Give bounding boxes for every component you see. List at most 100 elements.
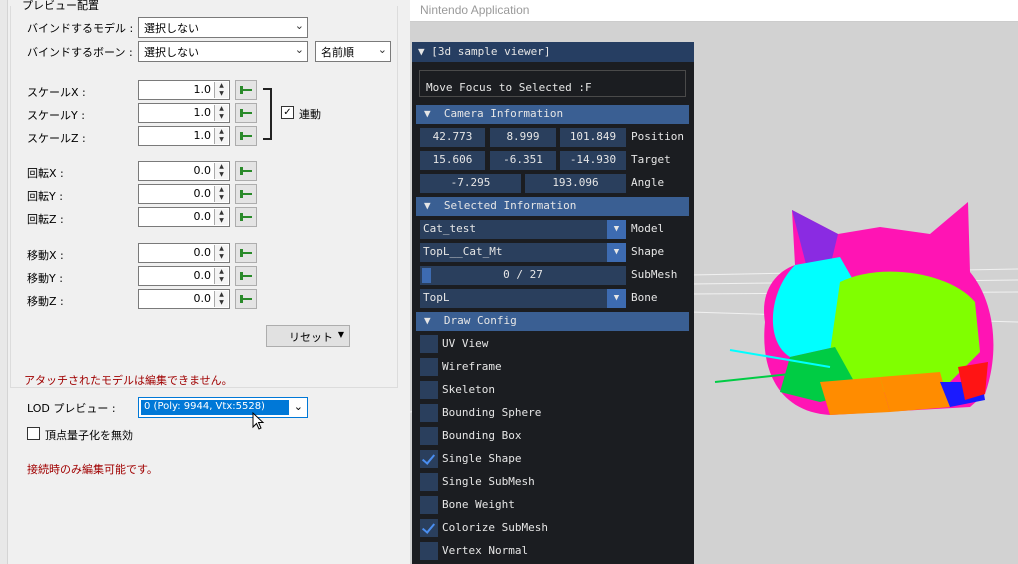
spin-up-icon[interactable]: ▲: [215, 82, 228, 90]
bounding-box-label: Bounding Box: [442, 429, 522, 442]
submesh-label: SubMesh: [631, 268, 678, 281]
translate-z-spinner[interactable]: 0.0 ▲ ▼: [138, 289, 230, 309]
lod-label: LOD プレビュー :: [27, 402, 116, 415]
link-label: 連動: [299, 108, 321, 121]
uv-view-checkbox[interactable]: [420, 335, 438, 353]
spin-down-icon[interactable]: ▼: [215, 276, 228, 284]
sample-viewer-window[interactable]: ▼ [3d sample viewer] Move Focus to Selec…: [412, 42, 694, 564]
bounding-box-checkbox[interactable]: [420, 427, 438, 445]
scale-link-bracket: [263, 88, 272, 140]
angle-x-field[interactable]: -7.295: [420, 174, 521, 193]
slider-icon: [240, 132, 252, 140]
reset-button[interactable]: リセット ▼: [266, 325, 350, 347]
spin-up-icon[interactable]: ▲: [215, 163, 228, 171]
translate-z-edit-button[interactable]: [235, 289, 257, 309]
quantize-checkbox[interactable]: [27, 427, 40, 440]
translate-x-spinner[interactable]: 0.0 ▲ ▼: [138, 243, 230, 263]
rotate-y-edit-button[interactable]: [235, 184, 257, 204]
position-y-field[interactable]: 8.999: [490, 128, 556, 147]
spin-up-icon[interactable]: ▲: [215, 105, 228, 113]
spin-up-icon[interactable]: ▲: [215, 268, 228, 276]
scale-x-spinner[interactable]: 1.0 ▲ ▼: [138, 80, 230, 100]
scale-y-label: スケールY :: [27, 109, 85, 122]
colorize-submesh-checkbox[interactable]: [420, 519, 438, 537]
viewer-title-bar[interactable]: ▼ [3d sample viewer]: [412, 42, 694, 62]
app-title-bar: Nintendo Application: [410, 0, 1018, 22]
slider-icon: [240, 190, 252, 198]
translate-x-edit-button[interactable]: [235, 243, 257, 263]
model-combo[interactable]: Cat_test ▼: [420, 220, 626, 239]
focus-hint-box: Move Focus to Selected :F: [419, 70, 686, 97]
caret-down-icon: ▼: [337, 330, 344, 339]
spin-up-icon[interactable]: ▲: [215, 128, 228, 136]
spin-down-icon[interactable]: ▼: [215, 299, 228, 307]
submesh-slider[interactable]: 0 / 27: [420, 266, 626, 285]
position-z-field[interactable]: 101.849: [560, 128, 626, 147]
spin-up-icon[interactable]: ▲: [215, 245, 228, 253]
slider-grab[interactable]: [422, 268, 431, 283]
vertex-normal-checkbox[interactable]: [420, 542, 438, 560]
spin-down-icon[interactable]: ▼: [215, 253, 228, 261]
spin-down-icon[interactable]: ▼: [215, 194, 228, 202]
translate-y-edit-button[interactable]: [235, 266, 257, 286]
sort-order-select[interactable]: 名前順 ⌄: [315, 41, 391, 62]
selected-info-header[interactable]: ▼ Selected Information: [416, 197, 689, 216]
spin-down-icon[interactable]: ▼: [215, 90, 228, 98]
preview-panel: プレビュー配置 バインドするモデル : 選択しない ⌄ バインドするボーン : 選…: [0, 0, 410, 564]
bounding-sphere-checkbox[interactable]: [420, 404, 438, 422]
slider-icon: [240, 272, 252, 280]
spin-down-icon[interactable]: ▼: [215, 113, 228, 121]
bone-label: Bone: [631, 291, 658, 304]
collapse-triangle-icon[interactable]: ▼: [418, 45, 425, 58]
rotate-x-spinner[interactable]: 0.0 ▲ ▼: [138, 161, 230, 181]
model-label: Model: [631, 222, 665, 235]
bind-model-select[interactable]: 選択しない ⌄: [138, 17, 308, 38]
target-z-field[interactable]: -14.930: [560, 151, 626, 170]
target-y-field[interactable]: -6.351: [490, 151, 556, 170]
bind-model-value: 選択しない: [144, 22, 199, 35]
spin-up-icon[interactable]: ▲: [215, 186, 228, 194]
shape-combo[interactable]: TopL__Cat_Mt ▼: [420, 243, 626, 262]
skeleton-checkbox[interactable]: [420, 381, 438, 399]
bone-combo[interactable]: TopL ▼: [420, 289, 626, 308]
slider-icon: [240, 295, 252, 303]
single-submesh-checkbox[interactable]: [420, 473, 438, 491]
chevron-down-icon: ⌄: [294, 43, 304, 56]
rotate-y-spinner[interactable]: 0.0 ▲ ▼: [138, 184, 230, 204]
app-title: Nintendo Application: [420, 3, 530, 17]
target-label: Target: [631, 153, 671, 166]
wireframe-checkbox[interactable]: [420, 358, 438, 376]
single-shape-checkbox[interactable]: [420, 450, 438, 468]
scale-x-edit-button[interactable]: [235, 80, 257, 100]
spin-down-icon[interactable]: ▼: [215, 217, 228, 225]
scale-y-spinner[interactable]: 1.0 ▲ ▼: [138, 103, 230, 123]
spin-down-icon[interactable]: ▼: [215, 171, 228, 179]
position-x-field[interactable]: 42.773: [420, 128, 485, 147]
rotate-z-edit-button[interactable]: [235, 207, 257, 227]
scale-z-spinner[interactable]: 1.0 ▲ ▼: [138, 126, 230, 146]
translate-y-spinner[interactable]: 0.0 ▲ ▼: [138, 266, 230, 286]
rotate-x-edit-button[interactable]: [235, 161, 257, 181]
spin-up-icon[interactable]: ▲: [215, 209, 228, 217]
wireframe-label: Wireframe: [442, 360, 502, 373]
scale-y-value: 1.0: [193, 106, 212, 119]
dropdown-arrow-icon: ▼: [607, 220, 626, 239]
draw-config-header[interactable]: ▼ Draw Config: [416, 312, 689, 331]
translate-y-label: 移動Y :: [27, 272, 63, 285]
bone-weight-checkbox[interactable]: [420, 496, 438, 514]
angle-y-field[interactable]: 193.096: [525, 174, 626, 193]
link-checkbox[interactable]: ✓: [281, 106, 294, 119]
rotate-z-spinner[interactable]: 0.0 ▲ ▼: [138, 207, 230, 227]
lod-select[interactable]: 0 (Poly: 9944, Vtx:5528) ⌄: [138, 397, 308, 418]
camera-info-header[interactable]: ▼ Camera Information: [416, 105, 689, 124]
spin-up-icon[interactable]: ▲: [215, 291, 228, 299]
left-scrollbar[interactable]: [0, 0, 8, 564]
focus-hint-text: Move Focus to Selected :F: [426, 81, 592, 94]
scale-z-edit-button[interactable]: [235, 126, 257, 146]
spin-down-icon[interactable]: ▼: [215, 136, 228, 144]
bind-bone-select[interactable]: 選択しない ⌄: [138, 41, 308, 62]
scale-y-edit-button[interactable]: [235, 103, 257, 123]
slider-icon: [240, 109, 252, 117]
target-x-field[interactable]: 15.606: [420, 151, 485, 170]
camera-info-title: Camera Information: [443, 107, 564, 120]
